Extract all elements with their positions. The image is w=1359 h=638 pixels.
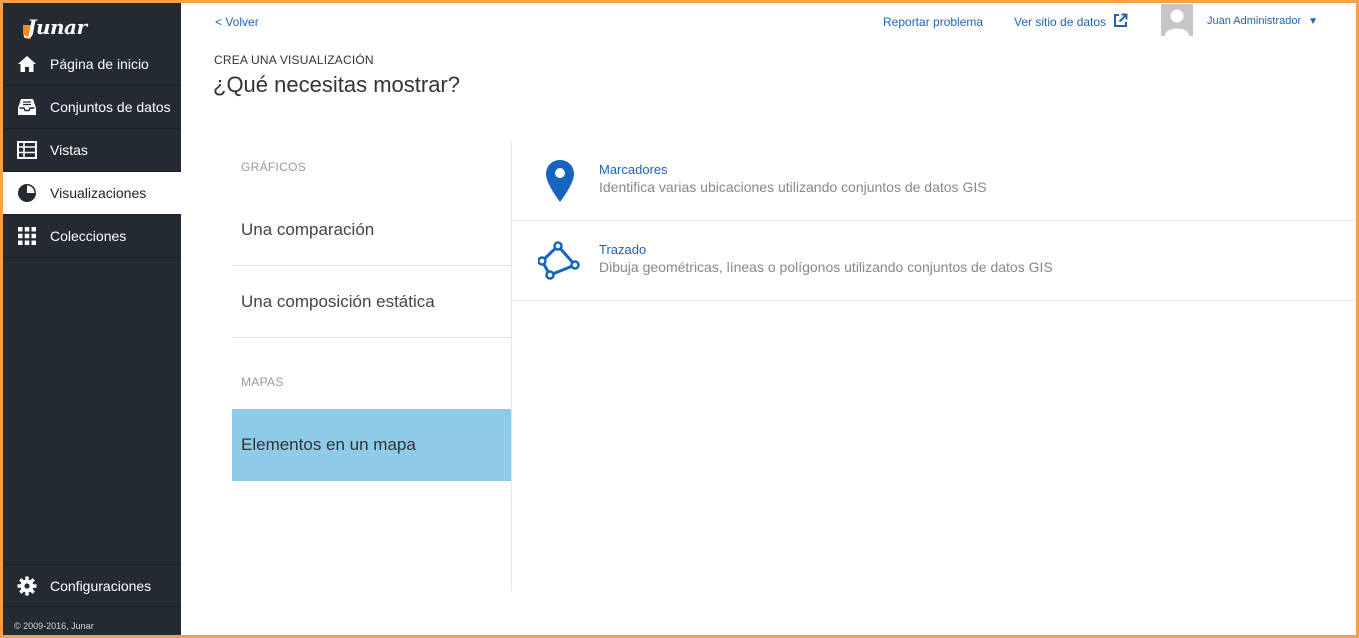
section-label-charts: GRÁFICOS — [241, 160, 307, 174]
sidebar-item-home[interactable]: Página de inicio — [3, 43, 181, 86]
external-link-icon — [1113, 13, 1128, 31]
section-label-maps: MAPAS — [241, 375, 284, 389]
view-data-site-label: Ver sitio de datos — [1014, 15, 1107, 29]
sidebar-item-collections[interactable]: Colecciones — [3, 215, 181, 258]
report-problem-link[interactable]: Reportar problema — [883, 15, 983, 29]
markers-description: Identifica varias ubicaciones utilizando… — [599, 179, 987, 195]
caret-down-icon: ▼ — [1308, 15, 1319, 27]
option-map-elements[interactable]: Elementos en un mapa — [232, 409, 511, 481]
pie-chart-icon — [16, 182, 38, 204]
map-type-trace[interactable]: Trazado Dibuja geométricas, líneas o pol… — [512, 221, 1356, 301]
map-type-markers[interactable]: Marcadores Identifica varias ubicaciones… — [512, 141, 1356, 221]
trace-description: Dibuja geométricas, líneas o polígonos u… — [599, 259, 1053, 275]
sidebar-item-visualizations[interactable]: Visualizaciones — [3, 172, 181, 215]
sidebar: Junar Página de inicio Conjuntos de dato… — [3, 3, 181, 635]
user-name: Juan Administrador — [1207, 15, 1302, 27]
home-icon — [16, 53, 38, 75]
sidebar-item-label: Visualizaciones — [50, 185, 147, 201]
grid-icon — [16, 225, 38, 247]
gear-icon — [16, 575, 38, 597]
inbox-icon — [16, 96, 38, 118]
avatar[interactable] — [1161, 4, 1193, 36]
page-title: ¿Qué necesitas mostrar? — [213, 72, 460, 97]
option-static-composition[interactable]: Una composición estática — [232, 266, 511, 338]
view-data-site-link[interactable]: Ver sitio de datos — [1014, 13, 1128, 31]
settings-label: Configuraciones — [50, 577, 152, 594]
option-comparison[interactable]: Una comparación — [232, 194, 511, 266]
copyright: © 2009-2016, Junar — [14, 621, 94, 631]
sidebar-item-settings[interactable]: Configuraciones — [3, 564, 181, 607]
markers-title: Marcadores — [599, 162, 668, 177]
page-kicker: CREA UNA VISUALIZACIÓN — [214, 53, 374, 67]
table-icon — [16, 139, 38, 161]
user-menu[interactable]: Juan Administrador ▼ — [1207, 15, 1318, 27]
sidebar-nav: Página de inicio Conjuntos de datos Vist… — [3, 43, 181, 258]
sidebar-item-datasets[interactable]: Conjuntos de datos — [3, 86, 181, 129]
sidebar-item-label: Vistas — [50, 142, 88, 158]
sidebar-item-label: Página de inicio — [50, 56, 149, 72]
map-pin-icon — [538, 157, 582, 205]
sidebar-item-label: Colecciones — [50, 228, 127, 244]
sidebar-item-label: Conjuntos de datos — [50, 99, 171, 115]
sidebar-item-views[interactable]: Vistas — [3, 129, 181, 172]
logo-text: Junar — [27, 15, 87, 39]
back-link[interactable]: < Volver — [215, 15, 259, 29]
type-list: GRÁFICOS Una comparación Una composición… — [232, 141, 512, 591]
window-frame — [0, 0, 1359, 638]
junar-logo[interactable]: Junar — [23, 9, 87, 45]
trace-title: Trazado — [599, 242, 647, 257]
polygon-icon — [538, 237, 582, 285]
